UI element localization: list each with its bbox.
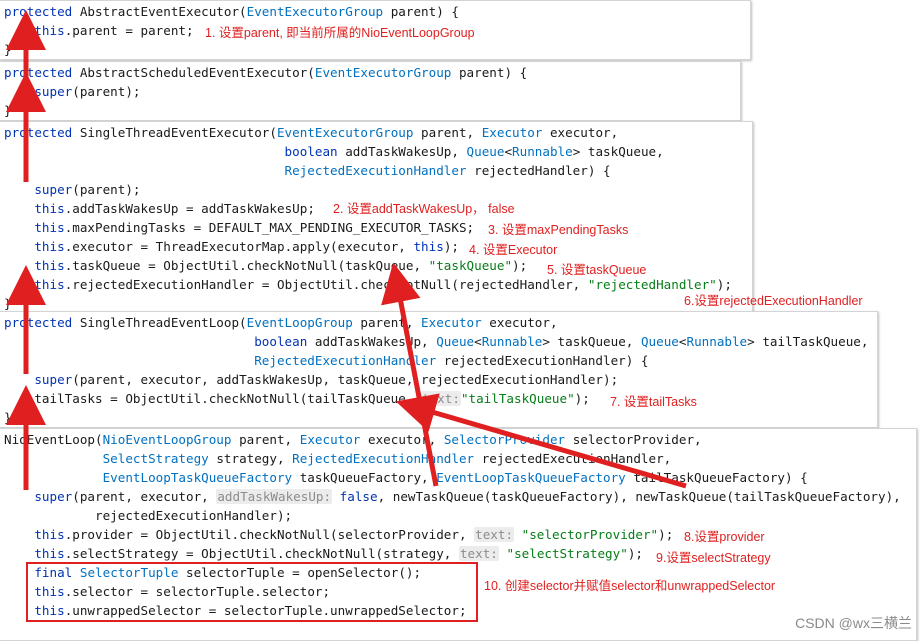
arrow-diag-taskqueue: [381, 262, 439, 487]
watermark: CSDN @wx三横兰: [795, 615, 912, 631]
call-chain-arrows: [6, 10, 687, 490]
arrow-diag-tailtaskqueue: [395, 393, 687, 489]
